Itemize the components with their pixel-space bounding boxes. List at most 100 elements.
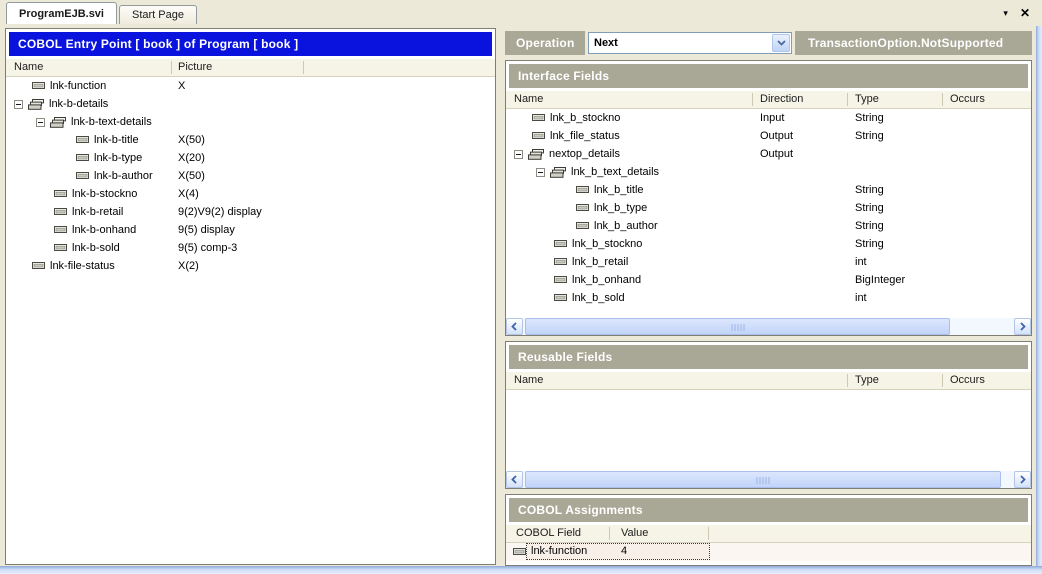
column-header-direction[interactable]: Direction (760, 91, 803, 108)
value-cell[interactable]: 4 (621, 543, 627, 560)
elementary-field-icon (54, 208, 68, 216)
column-header-picture[interactable]: Picture (178, 59, 212, 76)
tree-row[interactable]: lnk-b-retail 9(2)V9(2) display (6, 203, 495, 221)
tab-start-page[interactable]: Start Page (119, 5, 197, 24)
tree-item-label: lnk-b-stockno (72, 185, 137, 203)
elementary-field-icon (576, 204, 590, 212)
group-field-icon (528, 149, 545, 160)
chevron-down-icon[interactable] (772, 34, 790, 52)
column-header-cobol-field[interactable]: COBOL Field (516, 525, 581, 542)
scroll-right-icon[interactable] (1014, 318, 1031, 335)
group-field-icon (550, 167, 567, 178)
column-divider[interactable] (708, 527, 709, 540)
tree-item-label: lnk-b-title (94, 131, 139, 149)
group-field-icon (28, 99, 45, 110)
type-cell: BigInteger (855, 271, 905, 289)
tree-row[interactable]: lnk-b-title X(50) (6, 131, 495, 149)
cobol-assignments-grid: lnk-function 4 (506, 543, 1031, 565)
tree-item-label: lnk_b_title (594, 181, 644, 199)
tree-item-label: lnk-b-onhand (72, 221, 136, 239)
column-divider[interactable] (942, 93, 943, 106)
tree-item-label: lnk-b-type (94, 149, 142, 167)
picture-cell: X(50) (178, 131, 205, 149)
elementary-field-icon (54, 226, 68, 234)
tree-row[interactable]: lnk-file-status X(2) (6, 257, 495, 275)
type-cell: String (855, 235, 884, 253)
left-tree-column-header: Name Picture (6, 59, 495, 77)
tree-row[interactable]: lnk_b_author String (506, 217, 1031, 235)
tree-row[interactable]: lnk-function X (6, 77, 495, 95)
cobol-assignments-column-header: COBOL Field Value (506, 525, 1031, 543)
column-divider[interactable] (847, 374, 848, 387)
tree-item-label: lnk_b_author (594, 217, 658, 235)
column-divider[interactable] (171, 61, 172, 74)
tree-item-label: lnk_b_stockno (572, 235, 642, 253)
picture-cell: X(4) (178, 185, 199, 203)
tree-row[interactable]: lnk_b_text_details (506, 163, 1031, 181)
tree-row[interactable]: lnk_b_onhand BigInteger (506, 271, 1031, 289)
column-divider[interactable] (303, 61, 304, 74)
tree-row[interactable]: lnk-b-author X(50) (6, 167, 495, 185)
column-header-type[interactable]: Type (855, 372, 879, 389)
column-header-name[interactable]: Name (514, 91, 543, 108)
tree-row[interactable]: nextop_details Output (506, 145, 1031, 163)
close-icon[interactable]: ✕ (1020, 8, 1030, 18)
column-divider[interactable] (752, 93, 753, 106)
window-list-dropdown-icon[interactable]: ▾ (1003, 8, 1008, 18)
scroll-left-icon[interactable] (506, 471, 523, 488)
column-divider[interactable] (847, 93, 848, 106)
tree-row[interactable]: lnk_b_stockno Input String (506, 109, 1031, 127)
tree-item-label: lnk-b-text-details (71, 113, 152, 131)
elementary-field-icon (554, 258, 568, 266)
tree-row[interactable]: lnk_b_stockno String (506, 235, 1031, 253)
tree-item-label: lnk-b-details (49, 95, 108, 113)
column-header-name[interactable]: Name (514, 372, 543, 389)
tree-row[interactable]: lnk-b-type X(20) (6, 149, 495, 167)
scroll-left-icon[interactable] (506, 318, 523, 335)
expander-minus-icon[interactable] (36, 118, 45, 127)
tree-row[interactable]: lnk-b-sold 9(5) comp-3 (6, 239, 495, 257)
tree-item-label: lnk_b_retail (572, 253, 628, 271)
tree-row[interactable]: lnk_file_status Output String (506, 127, 1031, 145)
operation-selected-value: Next (589, 37, 772, 49)
column-header-type[interactable]: Type (855, 91, 879, 108)
expander-minus-icon[interactable] (14, 100, 23, 109)
reusable-fields-panel: Reusable Fields Name Type Occurs (505, 341, 1032, 489)
interface-fields-panel: Interface Fields Name Direction Type Occ… (505, 60, 1032, 336)
operation-select[interactable]: Next (588, 32, 792, 54)
assignment-row[interactable]: lnk-function 4 (506, 543, 1031, 561)
cobol-field-cell[interactable]: lnk-function (531, 543, 587, 560)
column-divider[interactable] (609, 527, 610, 540)
column-divider[interactable] (942, 374, 943, 387)
document-tab-bar: ProgramEJB.svi Start Page ▾ ✕ (0, 0, 1042, 24)
column-header-occurs[interactable]: Occurs (950, 372, 985, 389)
tree-row[interactable]: lnk_b_retail int (506, 253, 1031, 271)
expander-minus-icon[interactable] (536, 168, 545, 177)
window-controls: ▾ ✕ (1003, 6, 1042, 24)
panel-title: COBOL Entry Point [ book ] of Program [ … (9, 32, 492, 56)
tree-item-label: lnk-b-sold (72, 239, 120, 257)
interface-fields-hscrollbar[interactable] (506, 318, 1031, 335)
column-header-name[interactable]: Name (14, 59, 43, 76)
tree-item-label: lnk-b-retail (72, 203, 123, 221)
scrollbar-thumb[interactable] (525, 318, 950, 335)
tree-row[interactable]: lnk-b-onhand 9(5) display (6, 221, 495, 239)
scroll-right-icon[interactable] (1014, 471, 1031, 488)
reusable-fields-hscrollbar[interactable] (506, 471, 1031, 488)
expander-minus-icon[interactable] (514, 150, 523, 159)
tree-row[interactable]: lnk-b-details (6, 95, 495, 113)
tree-item-label: lnk-function (50, 77, 106, 95)
column-header-value[interactable]: Value (621, 525, 648, 542)
tree-row[interactable]: lnk_b_sold int (506, 289, 1031, 307)
tree-row[interactable]: lnk_b_title String (506, 181, 1031, 199)
type-cell: String (855, 109, 884, 127)
tree-row[interactable]: lnk-b-text-details (6, 113, 495, 131)
scrollbar-thumb[interactable] (525, 471, 1001, 488)
tab-programejb-svi[interactable]: ProgramEJB.svi (6, 2, 117, 24)
tree-row[interactable]: lnk_b_type String (506, 199, 1031, 217)
column-header-occurs[interactable]: Occurs (950, 91, 985, 108)
reusable-fields-list (506, 390, 1031, 471)
picture-cell: 9(5) comp-3 (178, 239, 237, 257)
tree-row[interactable]: lnk-b-stockno X(4) (6, 185, 495, 203)
group-field-icon (50, 117, 67, 128)
